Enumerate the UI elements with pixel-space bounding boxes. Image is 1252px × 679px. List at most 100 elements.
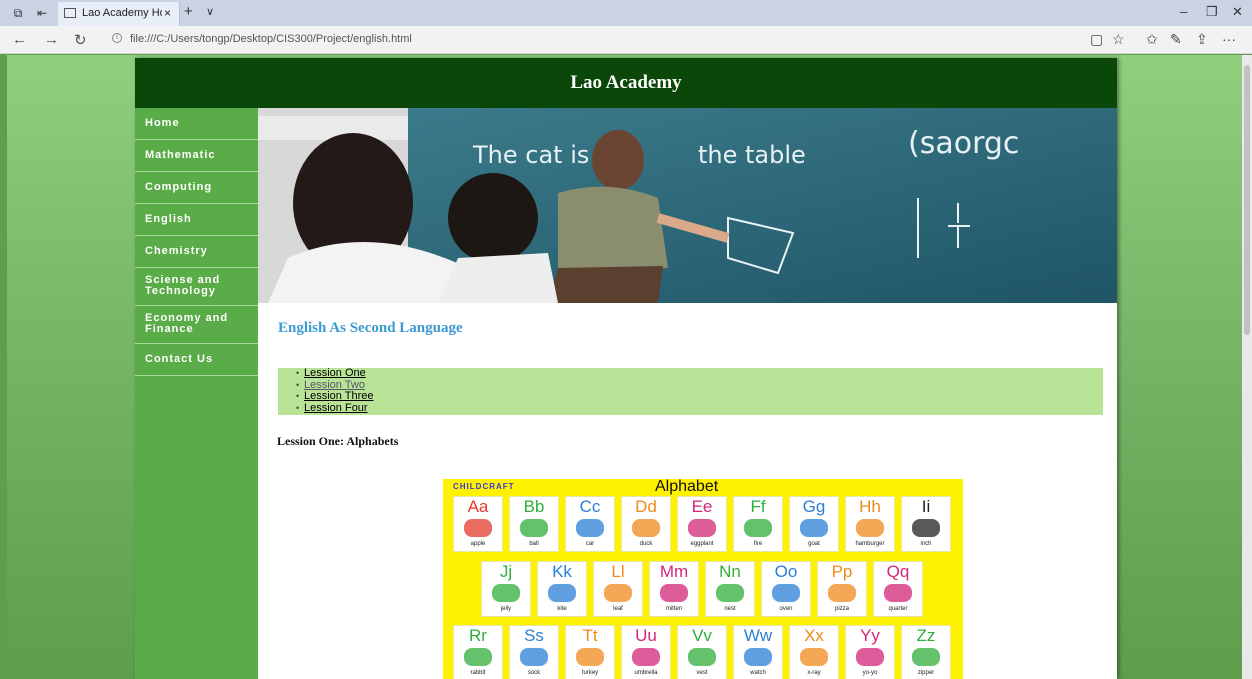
tab-close-button[interactable]: × — [164, 6, 171, 20]
sidebar-item-computing[interactable]: Computing — [135, 172, 258, 204]
alphabet-word: leaf — [613, 606, 623, 612]
alphabet-card: Vv vest — [677, 625, 727, 679]
scrollbar-thumb[interactable] — [1244, 65, 1250, 335]
alphabet-card: Ww watch — [733, 625, 783, 679]
sidebar-item-chemistry[interactable]: Chemistry — [135, 236, 258, 268]
alphabet-card: Rr rabbit — [453, 625, 503, 679]
lesson-four-link[interactable]: Lession Four — [304, 402, 368, 414]
sidebar-item-contact-us[interactable]: Contact Us — [135, 344, 258, 376]
alphabet-picture-icon — [604, 584, 632, 602]
alphabet-picture-icon — [912, 648, 940, 666]
chevron-down-icon[interactable]: ∨ — [206, 5, 214, 18]
alphabet-letter: Aa — [467, 497, 489, 516]
bullet: • — [296, 402, 300, 413]
address-field[interactable]: i file:///C:/Users/tongp/Desktop/CIS300/… — [104, 29, 1134, 51]
alphabet-letter: Pp — [831, 562, 853, 581]
alphabet-picture-icon — [772, 584, 800, 602]
favorite-star-icon[interactable]: ☆ — [1112, 31, 1125, 48]
close-window-button[interactable]: ✕ — [1232, 4, 1243, 20]
main-content: English As Second Language • Lession One … — [258, 303, 1117, 679]
list-item: • Lession Four — [296, 402, 1103, 415]
alphabet-word: zipper — [917, 670, 935, 676]
lesson-one-link[interactable]: Lession One — [304, 367, 366, 379]
alphabet-picture-icon — [464, 519, 492, 537]
alphabet-chart-image: CHILDCRAFT Alphabet Aa apple Bb ball Cc car Dd… — [443, 479, 963, 679]
info-icon[interactable]: i — [112, 33, 122, 43]
alphabet-letter: Mm — [659, 562, 689, 581]
alphabet-card: Kk kite — [537, 561, 587, 617]
alphabet-picture-icon — [716, 584, 744, 602]
chart-brand: CHILDCRAFT — [453, 482, 515, 491]
sidebar-item-mathematic[interactable]: Mathematic — [135, 140, 258, 172]
alphabet-word: car — [585, 541, 595, 547]
alphabet-picture-icon — [800, 519, 828, 537]
lesson-two-link[interactable]: Lession Two — [304, 379, 365, 391]
list-item: • Lession Three — [296, 390, 1103, 403]
alphabet-picture-icon — [688, 519, 716, 537]
alphabet-letter: Rr — [469, 626, 487, 645]
alphabet-letter: Uu — [635, 626, 657, 645]
more-icon[interactable]: ··· — [1222, 31, 1236, 47]
alphabet-word: turkey — [581, 670, 599, 676]
alphabet-card: Yy yo-yo — [845, 625, 895, 679]
alphabet-card: Ff fire — [733, 496, 783, 552]
alphabet-card: Aa apple — [453, 496, 503, 552]
refresh-icon[interactable]: ↻ — [74, 31, 87, 49]
new-tab-button[interactable]: + — [184, 3, 193, 20]
alphabet-card: Pp pizza — [817, 561, 867, 617]
back-icon[interactable]: ← — [12, 31, 27, 48]
alphabet-card: Ii inch — [901, 496, 951, 552]
alphabet-word: oven — [779, 606, 793, 612]
sidebar-item-home[interactable]: Home — [135, 108, 258, 140]
alphabet-letter: Gg — [802, 497, 826, 516]
url-text[interactable]: file:///C:/Users/tongp/Desktop/CIS300/Pr… — [130, 33, 412, 45]
alphabet-letter: Ll — [611, 562, 625, 581]
alphabet-word: nest — [724, 606, 736, 612]
lesson-three-link[interactable]: Lession Three — [304, 390, 374, 402]
sidebar-item-english[interactable]: English — [135, 204, 258, 236]
alphabet-letter: Yy — [860, 626, 880, 645]
alphabet-card: Gg goat — [789, 496, 839, 552]
sidebar-item-economy-finance[interactable]: Economy and Finance — [135, 306, 258, 344]
alphabet-picture-icon — [576, 648, 604, 666]
address-bar-row: ← → ↻ i file:///C:/Users/tongp/Desktop/C… — [0, 26, 1252, 54]
alphabet-word: duck — [639, 541, 653, 547]
vertical-scrollbar[interactable] — [1242, 55, 1252, 679]
reading-view-icon[interactable]: ▢ — [1090, 31, 1103, 48]
alphabet-word: ball — [529, 541, 539, 547]
favorites-list-icon[interactable]: ✩ — [1146, 31, 1158, 48]
alphabet-letter: Vv — [692, 626, 712, 645]
alphabet-word: rabbit — [470, 670, 486, 676]
alphabet-word: quarter — [888, 606, 908, 612]
sidebar-item-science-technology[interactable]: Sciense and Technology — [135, 268, 258, 306]
board-text-1: The cat is — [472, 141, 589, 169]
alphabet-word: watch — [750, 670, 766, 676]
forward-icon[interactable]: → — [44, 31, 59, 48]
alphabet-letter: Kk — [552, 562, 572, 581]
alphabet-picture-icon — [828, 584, 856, 602]
share-icon[interactable]: ⇪ — [1196, 31, 1208, 48]
restore-button[interactable]: ❐ — [1206, 4, 1218, 20]
alphabet-letter: Ww — [743, 626, 773, 645]
alphabet-card: Tt turkey — [565, 625, 615, 679]
alphabet-picture-icon — [632, 519, 660, 537]
tab-actions-icon[interactable]: ⧉ — [10, 5, 26, 21]
alphabet-picture-icon — [856, 648, 884, 666]
sidebar-nav: Home Mathematic Computing English Chemis… — [135, 108, 258, 679]
alphabet-word: jelly — [500, 606, 512, 612]
board-text-2: the table — [698, 141, 806, 169]
bullet: • — [296, 368, 300, 378]
alphabet-card: Ss sock — [509, 625, 559, 679]
alphabet-letter: Tt — [582, 626, 598, 645]
alphabet-picture-icon — [520, 519, 548, 537]
alphabet-card: Uu umbrella — [621, 625, 671, 679]
alphabet-word: yo-yo — [862, 670, 878, 676]
list-item: • Lession One — [296, 367, 1103, 380]
browser-tab[interactable]: Lao Academy Home Pag × — [58, 2, 180, 26]
minimize-button[interactable]: – — [1180, 4, 1187, 19]
alphabet-letter: Dd — [635, 497, 657, 516]
lesson-list-box: • Lession One • Lession Two • Lession Three… — [278, 367, 1103, 415]
alphabet-card: Mm mitten — [649, 561, 699, 617]
pen-icon[interactable]: ✎ — [1170, 31, 1182, 48]
set-tabs-aside-icon[interactable]: ⇤ — [34, 5, 50, 21]
